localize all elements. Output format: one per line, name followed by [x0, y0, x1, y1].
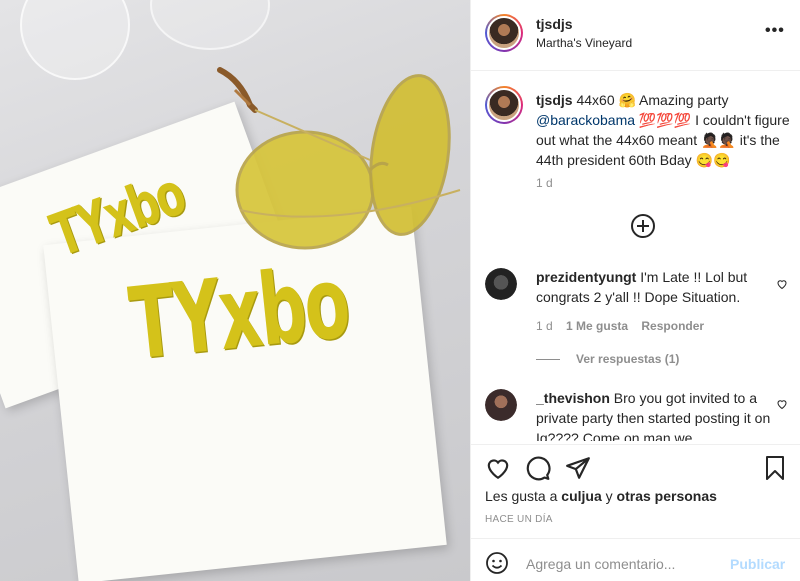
comment-text: prezidentyungt I'm Late !! Lol but congr… — [536, 269, 748, 305]
bookmark-icon[interactable] — [763, 455, 787, 481]
author-avatar[interactable] — [485, 14, 523, 52]
wine-glass — [20, 0, 130, 80]
commenter-avatar[interactable] — [485, 268, 517, 300]
comment-icon[interactable] — [525, 455, 551, 481]
share-icon[interactable] — [565, 455, 591, 481]
divider — [471, 444, 800, 445]
napkin-foil-text: TYxbo — [124, 244, 354, 383]
comment-username[interactable]: _thevishon — [536, 390, 610, 406]
wine-glass — [150, 0, 270, 50]
view-replies-button[interactable]: Ver respuestas (1) — [536, 352, 679, 366]
comment-username[interactable]: prezidentyungt — [536, 269, 636, 285]
post-photo[interactable]: TYxbo TYxbo — [0, 0, 470, 581]
heart-icon[interactable] — [776, 278, 788, 290]
like-heart-icon[interactable] — [485, 455, 511, 481]
sunglasses — [217, 67, 461, 250]
liker-username[interactable]: culjua — [561, 488, 601, 504]
comment-text: _thevishon Bro you got invited to a priv… — [536, 390, 771, 441]
divider — [471, 70, 800, 71]
load-more-comments-icon[interactable] — [631, 214, 655, 238]
comment-input[interactable]: Agrega un comentario... — [526, 556, 675, 572]
comment-meta: 1 d 1 Me gusta Responder — [536, 319, 714, 333]
publish-button[interactable]: Publicar — [730, 556, 785, 572]
caption-time: 1 d — [536, 176, 553, 190]
author-username[interactable]: tjsdjs — [536, 16, 573, 32]
likes-summary: Les gusta a culjua y otras personas — [485, 488, 717, 504]
other-likers-link[interactable]: otras personas — [617, 488, 717, 504]
commenter-avatar[interactable] — [485, 389, 517, 421]
post-location[interactable]: Martha's Vineyard — [536, 36, 632, 50]
caption-avatar[interactable] — [485, 86, 523, 124]
heart-icon[interactable] — [776, 398, 788, 410]
comment-time: 1 d — [536, 319, 553, 333]
caption-username[interactable]: tjsdjs — [536, 92, 573, 108]
reply-button[interactable]: Responder — [641, 319, 704, 333]
mention-link[interactable]: @barackobama — [536, 112, 635, 128]
post-side-panel: tjsdjs Martha's Vineyard ••• tjsdjs 44x6… — [470, 0, 800, 581]
caption-text: tjsdjs 44x60 🤗 Amazing party @barackobam… — [536, 92, 790, 168]
more-options-icon[interactable]: ••• — [765, 22, 785, 40]
emoji-icon[interactable] — [485, 551, 509, 575]
divider — [471, 538, 800, 539]
comment-likes[interactable]: 1 Me gusta — [566, 319, 628, 333]
post-timestamp: HACE UN DÍA — [485, 514, 553, 525]
